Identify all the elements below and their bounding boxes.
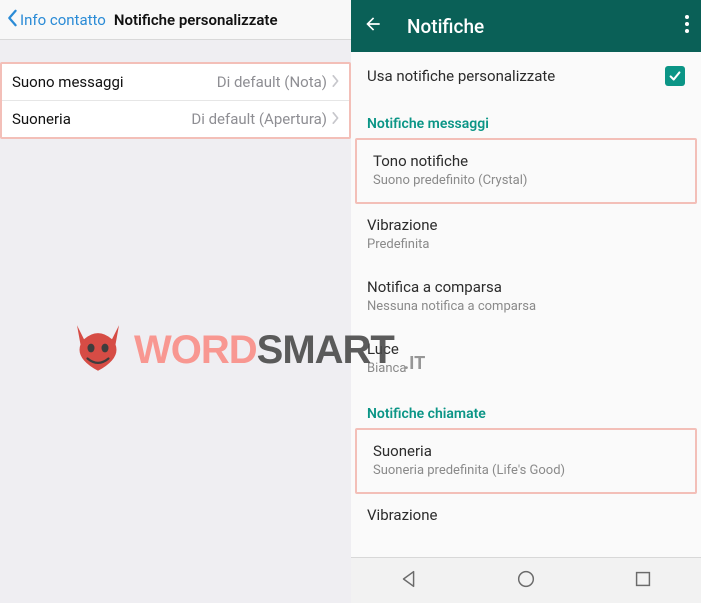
item-call-vibration[interactable]: Vibrazione [351, 494, 701, 526]
item-light[interactable]: Luce Bianca [351, 328, 701, 390]
row-value: Di default (Apertura) [191, 110, 327, 128]
nav-recent-icon[interactable] [632, 568, 654, 594]
item-popup[interactable]: Notifica a comparsa Nessuna notifica a c… [351, 266, 701, 328]
highlight-box: Tono notifiche Suono predefinito (Crysta… [355, 138, 697, 204]
item-notification-tone[interactable]: Tono notifiche Suono predefinito (Crysta… [357, 140, 695, 202]
row-use-custom[interactable]: Usa notifiche personalizzate [351, 52, 701, 100]
chevron-right-icon [331, 110, 339, 128]
row-ringtone[interactable]: Suoneria Di default (Apertura) [2, 100, 349, 137]
item-vibration[interactable]: Vibrazione Predefinita [351, 204, 701, 266]
item-title: Tono notifiche [373, 152, 679, 170]
checkbox-checked-icon[interactable] [665, 66, 685, 86]
item-title: Luce [367, 340, 685, 358]
section-calls: Notifiche chiamate [351, 390, 701, 428]
highlight-box: Suoneria Suoneria predefinita (Life's Go… [355, 428, 697, 494]
row-label: Suoneria [12, 110, 71, 128]
nav-back-icon[interactable] [398, 568, 420, 594]
android-content: Usa notifiche personalizzate Notifiche m… [351, 52, 701, 557]
item-ringtone[interactable]: Suoneria Suoneria predefinita (Life's Go… [357, 430, 695, 492]
item-title: Notifica a comparsa [367, 278, 685, 296]
row-label: Usa notifiche personalizzate [367, 67, 555, 85]
ios-settings-group: Suono messaggi Di default (Nota) Suoneri… [0, 62, 351, 139]
android-header: Notifiche [351, 0, 701, 52]
item-title: Vibrazione [367, 506, 685, 524]
page-title: Notifiche [407, 15, 661, 38]
item-subtitle: Bianca [367, 361, 685, 376]
item-title: Vibrazione [367, 216, 685, 234]
nav-home-icon[interactable] [515, 568, 537, 594]
android-navbar [351, 557, 701, 603]
ios-header: Info contatto Notifiche personalizzate [0, 0, 351, 40]
item-subtitle: Suono predefinito (Crystal) [373, 173, 679, 188]
row-message-sound[interactable]: Suono messaggi Di default (Nota) [2, 64, 349, 100]
item-subtitle: Nessuna notifica a comparsa [367, 299, 685, 314]
row-value: Di default (Nota) [217, 73, 327, 91]
android-panel: Notifiche Usa notifiche personalizzate N… [351, 0, 701, 603]
section-messages: Notifiche messaggi [351, 100, 701, 138]
ios-panel: Info contatto Notifiche personalizzate S… [0, 0, 351, 603]
back-button[interactable] [363, 14, 383, 38]
row-label: Suono messaggi [12, 73, 124, 91]
chevron-right-icon [331, 73, 339, 91]
item-title: Suoneria [373, 442, 679, 460]
back-label: Info contatto [20, 11, 106, 29]
more-icon[interactable] [685, 15, 689, 37]
page-title: Notifiche personalizzate [114, 11, 278, 29]
back-button[interactable]: Info contatto [0, 9, 112, 31]
item-subtitle: Predefinita [367, 237, 685, 252]
item-subtitle: Suoneria predefinita (Life's Good) [373, 463, 679, 478]
chevron-left-icon [6, 9, 18, 31]
